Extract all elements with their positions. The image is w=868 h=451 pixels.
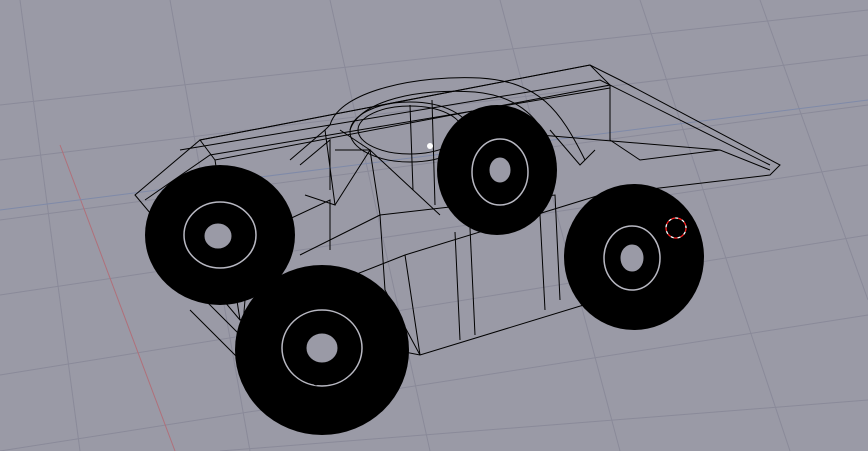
floor-grid <box>0 0 868 451</box>
3d-viewport[interactable] <box>0 0 868 451</box>
wheel-rear-top[interactable] <box>437 105 557 235</box>
viewport-canvas[interactable] <box>0 0 868 451</box>
pivot-point-icon <box>427 143 433 149</box>
wheel-rear-right[interactable] <box>564 184 704 330</box>
wheel-front-bottom[interactable] <box>235 265 409 435</box>
